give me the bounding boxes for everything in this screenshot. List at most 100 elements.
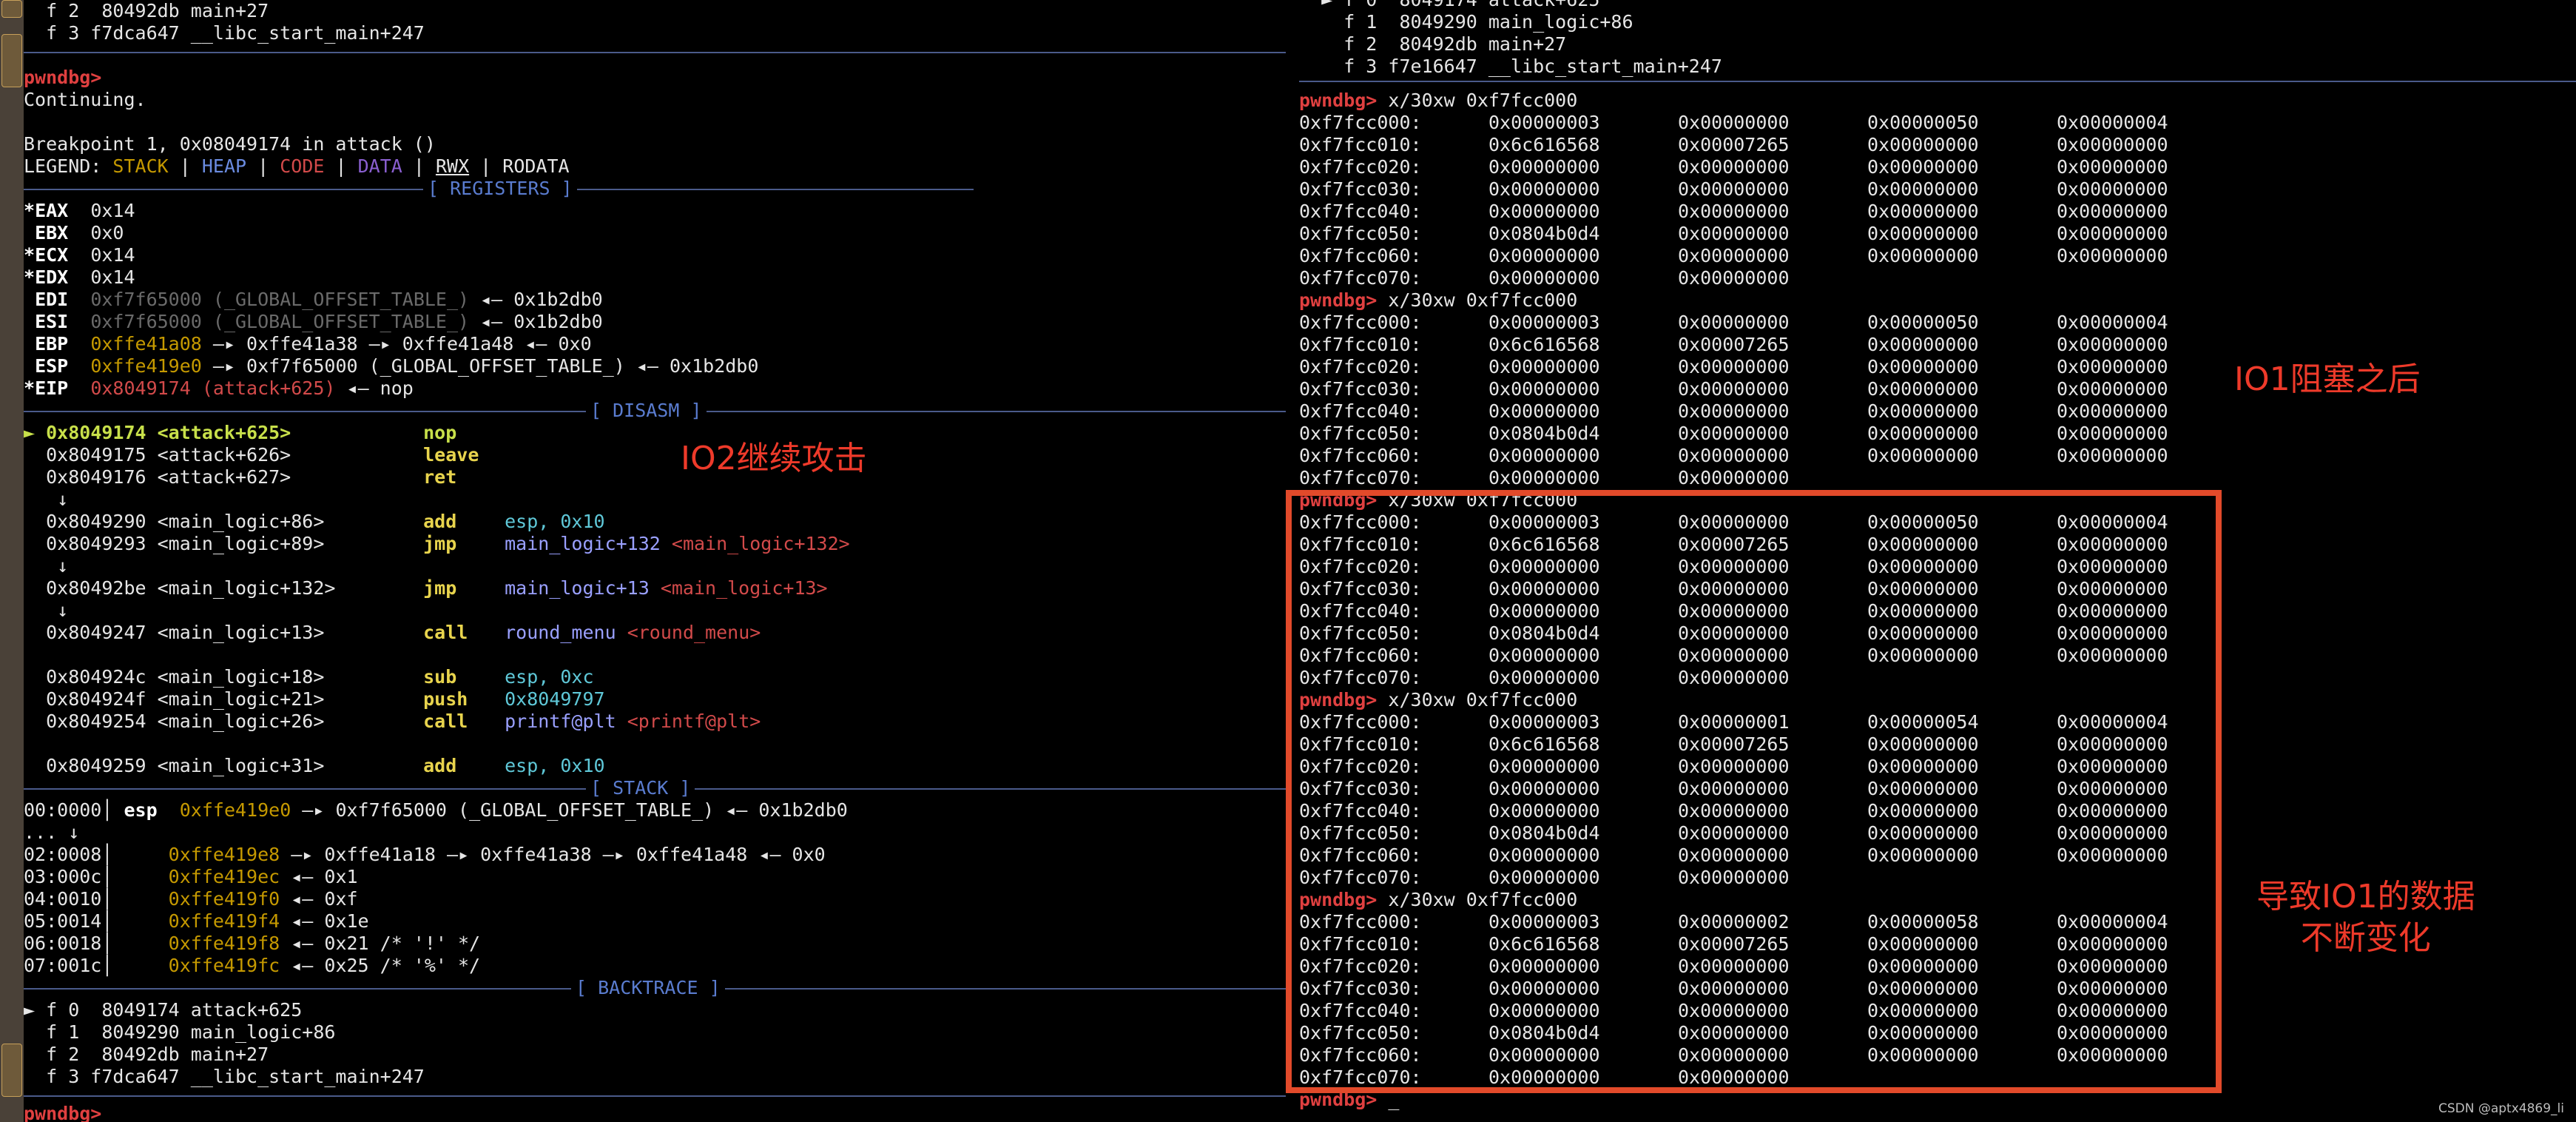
left-terminal-pane[interactable]: f 2 80492db main+27 f 3 f7dca647 __libc_… [24,0,1286,1122]
backtrace-frame[interactable]: f 3 f7dca647 __libc_start_main+247 [24,1066,425,1087]
disasm-address[interactable]: 0x80492be <main_logic+132> [46,577,423,599]
disasm-operands: esp, 0x10 [505,511,605,532]
disasm-row: 0x8049293 <main_logic+89> jmp main_logic+1… [24,533,1286,555]
stack-address: 0xffe419f0 [168,888,280,910]
launcher-button[interactable] [1,1044,22,1097]
section-separator: [ STACK ] [24,777,1286,799]
stack-row: 03:000c│ 0xffe419ec ◂— 0x1 [24,866,1286,888]
register-mark [24,311,35,332]
legend-bar: | [168,155,202,177]
register-name: EDI [35,289,69,310]
launcher-button[interactable] [1,34,22,87]
backtrace-frame[interactable]: f 2 80492db main+27 [24,1044,269,1065]
memory-word: 0x00000000 [2057,356,2168,377]
disasm-row: ↓ [24,599,1286,622]
output-text: ► f 0 8049174 attack+625 [1299,0,1599,10]
disasm-row: 0x8049290 <main_logic+86> add esp, 0x10 [24,511,1286,533]
register-deref: ◂— 0x1b2db0 [469,311,603,332]
disasm-address[interactable]: 0x8049247 <main_logic+13> [46,622,423,644]
disasm-cursor: ► [24,422,47,443]
terminal-line: ► f 0 8049174 attack+625 [1299,0,2576,11]
stack-value: ◂— 0xf [280,888,358,910]
annotation-io2: IO2继续攻击 [681,440,867,477]
memory-word: 0x00000000 [1488,400,1600,422]
terminal-line: Continuing. [24,89,1286,111]
register-mark: * [24,244,36,266]
terminal-line: f 2 80492db main+27 [24,0,1286,22]
window-left-edge [0,0,24,1122]
disasm-mnemonic: sub [423,666,457,688]
disasm-symbol: <main_logic+13> [660,577,828,599]
stack-value: —▸ 0xf7f65000 (_GLOBAL_OFFSET_TABLE_) ◂—… [291,799,848,821]
disasm-address[interactable]: 0x8049175 <attack+626> [46,444,423,466]
stack-address: 0xffe419f4 [168,910,280,932]
stack-offset: ... ↓ [24,822,80,843]
disasm-cursor [24,577,46,599]
register-value: 0xf7f65000 (_GLOBAL_OFFSET_TABLE_) [90,289,470,310]
memory-address: 0xf7fcc050: [1299,223,1422,244]
register-name: ECX [35,244,69,266]
register-row: *EIP 0x8049174 (attack+625) ◂— nop [24,377,1286,400]
disasm-operands: main_logic+13 [505,577,661,599]
disasm-row: 0x8049259 <main_logic+31> add esp, 0x10 [24,755,1286,777]
memory-word: 0x00000000 [2057,178,2168,200]
disasm-symbol: <printf@plt> [627,711,761,732]
memory-word: 0x00000000 [1678,245,1790,266]
memory-word: 0x00000000 [1488,267,1600,289]
disasm-address[interactable]: 0x8049254 <main_logic+26> [46,711,423,733]
memory-word: 0x00000000 [1867,223,1979,244]
memory-word: 0x00000000 [1867,356,1979,377]
memory-word: 0x00000000 [1867,378,1979,400]
disasm-cursor [24,488,57,510]
memory-word: 0x00000004 [2057,112,2168,133]
register-row: EBP 0xffe41a08 —▸ 0xffe41a38 —▸ 0xffe41a… [24,333,1286,355]
launcher-button[interactable] [1,0,22,18]
memory-word: 0x00000000 [1678,178,1790,200]
disasm-mnemonic: push [423,688,468,710]
memory-word: 0x00000000 [1678,400,1790,422]
disasm-address[interactable]: 0x804924f <main_logic+21> [46,688,423,711]
register-deref: ◂— nop [335,377,414,399]
disasm-address[interactable]: 0x8049293 <main_logic+89> [46,533,423,555]
disasm-address[interactable]: 0x8049259 <main_logic+31> [46,755,423,777]
disasm-address[interactable]: 0x804924c <main_logic+18> [46,666,423,688]
terminal-cursor[interactable]: _ [101,1103,124,1122]
backtrace-row: ► f 0 8049174 attack+625 [24,999,1286,1021]
terminal-line: f 1 8049290 main_logic+86 [1299,11,2576,33]
command-text: x/30xw 0xf7fcc000 [1377,90,1578,111]
disasm-address[interactable]: 0x8049176 <attack+627> [46,466,423,488]
register-value: 0x14 [90,266,135,288]
memory-row: 0xf7fcc020: 0x00000000 0x00000000 0x0000000… [1299,156,2576,178]
disasm-row [24,644,1286,666]
register-name: EIP [35,377,69,399]
disasm-cursor [24,666,46,688]
memory-address: 0xf7fcc020: [1299,156,1422,178]
memory-word: 0x00000000 [1867,201,1979,222]
backtrace-frame[interactable]: ► f 0 8049174 attack+625 [24,999,302,1021]
disasm-address[interactable]: ↓ [57,555,68,577]
disasm-cursor [24,711,46,732]
disasm-operands: printf@plt [505,711,627,732]
backtrace-frame[interactable]: f 1 8049290 main_logic+86 [24,1021,335,1043]
disasm-address[interactable]: 0x8049174 <attack+625> [46,422,423,444]
output-text: f 3 f7dca647 __libc_start_main+247 [24,22,425,44]
memory-word: 0x00000050 [1867,312,1979,333]
disasm-row: 0x8049254 <main_logic+26> call printf@plt … [24,711,1286,733]
terminal-line: f 3 f7e16647 __libc_start_main+247 [1299,56,2576,78]
stack-offset: 02:0008│ [24,844,169,865]
watermark: CSDN @aptx4869_li [2438,1101,2564,1116]
disasm-address[interactable]: 0x8049290 <main_logic+86> [46,511,423,533]
backtrace-row: f 1 8049290 main_logic+86 [24,1021,1286,1044]
register-mark: * [24,200,36,221]
disasm-address[interactable]: ↓ [57,599,68,622]
legend-line: LEGEND: STACK | HEAP | CODE | DATA | RWX… [24,155,1286,178]
memory-row: 0xf7fcc050: 0x0804b0d4 0x00000000 0x0000000… [1299,423,2576,445]
output-text: f 1 8049290 main_logic+86 [1299,11,1633,33]
memory-word: 0x00000000 [2057,134,2168,155]
memory-word: 0x00000000 [2057,400,2168,422]
memory-word: 0x00000000 [1488,356,1600,377]
terminal-line: f 3 f7dca647 __libc_start_main+247 [24,22,1286,44]
memory-word: 0x00000000 [1678,223,1790,244]
stack-offset: 03:000c│ [24,866,169,887]
disasm-address[interactable]: ↓ [57,488,68,511]
